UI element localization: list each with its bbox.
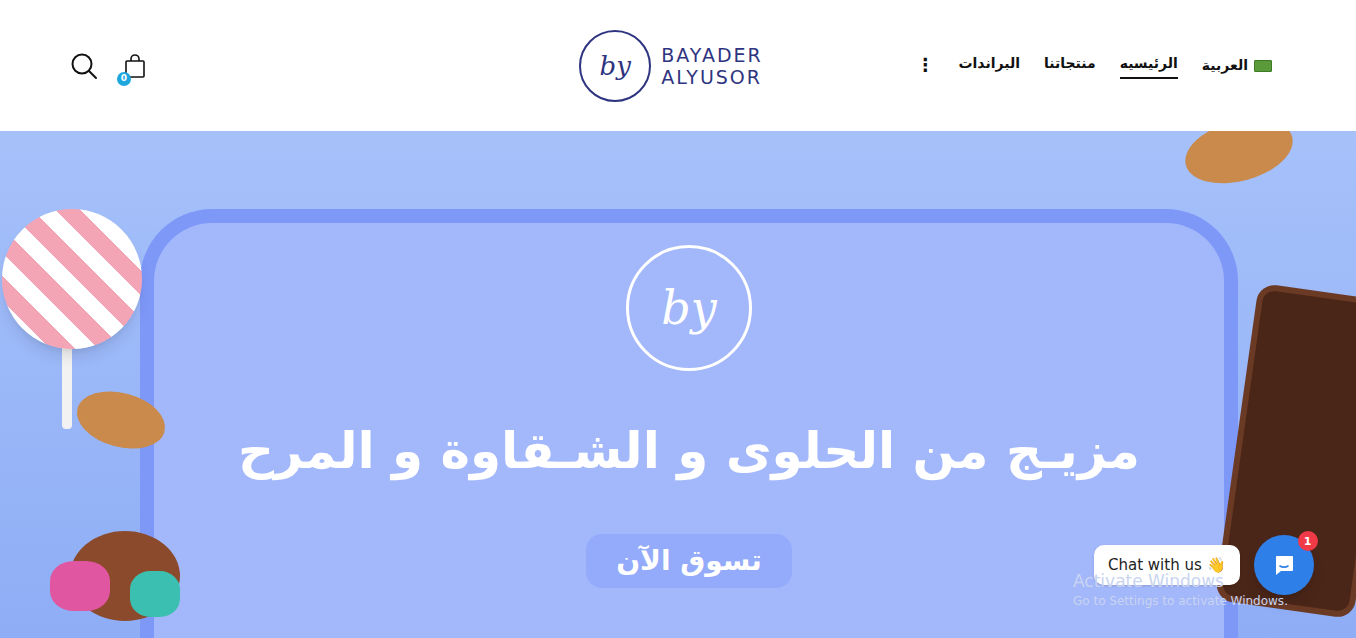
more-menu[interactable]: ⋮	[916, 51, 934, 81]
hero-heading: مزيـج من الحلوى و الشـقاوة و المرح	[238, 419, 1140, 484]
hero-logo-circle-icon: by	[626, 245, 752, 371]
main-nav: العربية الرئيسيه منتجاتنا البراندات ⋮	[871, 51, 1272, 81]
chat-widget: Chat with us 👋 1	[1094, 535, 1314, 595]
hero-card: by مزيـج من الحلوى و الشـقاوة و المرح تسوق…	[140, 209, 1238, 638]
watermark-subtitle: Go to Settings to activate Windows.	[1073, 592, 1288, 610]
logo-circle-icon: by	[579, 30, 651, 102]
brand-logo[interactable]: by BAYADERALYUSOR	[471, 30, 872, 102]
chat-unread-badge: 1	[1298, 531, 1318, 551]
lollipop-icon	[2, 209, 142, 349]
logo-mark: by	[600, 53, 631, 79]
chat-label-bubble[interactable]: Chat with us 👋	[1094, 545, 1240, 586]
flag-icon	[1254, 60, 1272, 72]
hero-logo-mark: by	[661, 285, 716, 331]
logo-line2: ALYUSOR	[661, 66, 763, 88]
almond-top-icon	[1178, 131, 1300, 194]
cart-count-badge: 0	[117, 72, 131, 86]
search-button[interactable]	[70, 52, 98, 80]
language-switch[interactable]: العربية	[1202, 55, 1272, 76]
logo-text: BAYADERALYUSOR	[661, 44, 763, 88]
search-icon[interactable]	[70, 52, 98, 80]
page: 0 by BAYADERALYUSOR العربية الرئيسيه منتجاتنا…	[0, 0, 1356, 638]
nav-item[interactable]: البراندات	[958, 53, 1020, 79]
nav-item[interactable]: منتجاتنا	[1044, 53, 1096, 79]
nav-item[interactable]: الرئيسيه	[1120, 53, 1178, 79]
shop-now-button[interactable]: تسوق الآن	[586, 534, 792, 588]
wrapped-candy-icon	[130, 571, 180, 617]
chat-button[interactable]: 1	[1254, 535, 1314, 595]
cart-button[interactable]: 0	[124, 53, 146, 79]
logo-line1: BAYADER	[661, 44, 763, 66]
wrapped-candy-icon	[50, 561, 110, 611]
header-tools: 0	[70, 52, 471, 80]
header: 0 by BAYADERALYUSOR العربية الرئيسيه منتجاتنا…	[0, 0, 1356, 131]
chat-icon	[1273, 554, 1295, 576]
